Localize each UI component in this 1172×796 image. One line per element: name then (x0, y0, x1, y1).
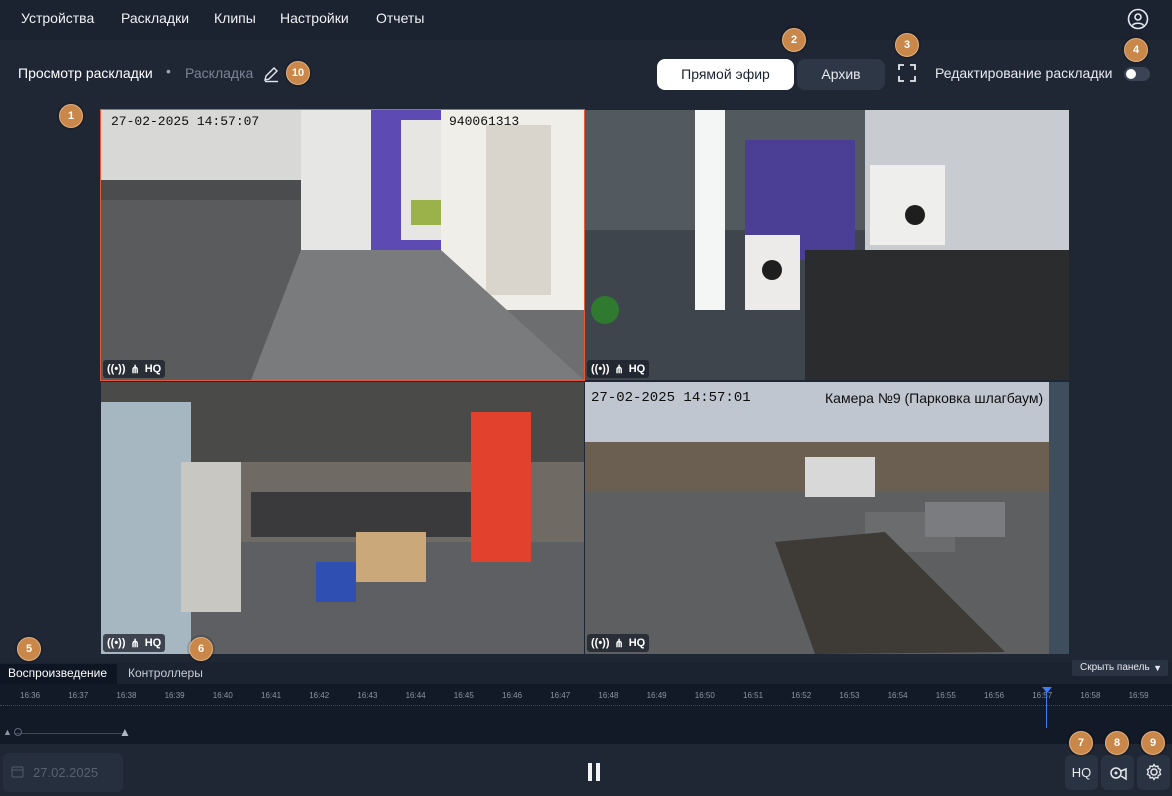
zoom-min-icon[interactable]: ▲ (3, 727, 12, 737)
camera-timestamp: 27-02-2025 14:57:07 (111, 114, 260, 129)
camera-status-badges: ((•)) ⋔ HQ (587, 360, 650, 378)
breadcrumb-separator: • (166, 63, 171, 79)
timeline-tick-label: 16:45 (453, 691, 474, 700)
nav-item-devices[interactable]: Устройства (21, 10, 94, 26)
camera-status-badges: ((•)) ⋔ HQ (587, 634, 650, 652)
page-title: Просмотр раскладки (18, 65, 153, 81)
network-icon: ⋔ (130, 637, 140, 650)
zoom-slider-track[interactable] (14, 733, 124, 734)
snapshot-button[interactable] (1101, 755, 1134, 790)
camera-feed-ceiling-cameras (585, 110, 1069, 380)
archive-mode-button[interactable]: Архив (797, 59, 885, 90)
pause-button[interactable] (584, 760, 604, 784)
quality-badge: HQ (628, 363, 646, 375)
network-icon: ⋔ (130, 363, 140, 376)
timeline-tick-label: 16:51 (743, 691, 764, 700)
camera-tile-2[interactable]: ((•)) ⋔ HQ (585, 110, 1069, 380)
quality-badge: HQ (144, 363, 162, 375)
nav-item-reports[interactable]: Отчеты (376, 10, 424, 26)
timeline-tick-label: 16:38 (116, 691, 137, 700)
timeline-tick-label: 16:48 (598, 691, 619, 700)
toggle-knob (1126, 69, 1136, 79)
edit-layout-label: Редактирование раскладки (935, 65, 1113, 81)
user-profile-icon[interactable] (1127, 8, 1149, 30)
timeline-tick-label: 16:52 (791, 691, 812, 700)
settings-button[interactable] (1137, 755, 1170, 790)
edit-layout-toggle[interactable] (1124, 67, 1150, 81)
timeline-tick-label: 16:43 (357, 691, 378, 700)
broadcast-icon: ((•)) (591, 363, 610, 375)
nav-item-clips[interactable]: Клипы (214, 10, 256, 26)
zoom-max-icon[interactable]: ▲ (119, 725, 131, 739)
timeline-tick-label: 16:46 (502, 691, 523, 700)
layout-name: Раскладка (185, 65, 254, 81)
broadcast-icon: ((•)) (591, 637, 610, 649)
gear-icon (1146, 763, 1161, 781)
annotation-badge-2: 2 (782, 28, 806, 52)
caret-down-icon: ▼ (1153, 663, 1162, 673)
camera-snapshot-icon (1109, 767, 1127, 781)
camera-tile-1[interactable]: 27-02-2025 14:57:07 940061313 ((•)) ⋔ HQ (100, 109, 585, 381)
zoom-slider-handle[interactable] (14, 728, 22, 736)
camera-status-badges: ((•)) ⋔ HQ (103, 360, 166, 378)
annotation-badge-1: 1 (59, 104, 83, 128)
quality-badge: HQ (628, 637, 646, 649)
timeline-tick-label: 16:47 (550, 691, 571, 700)
network-icon: ⋔ (614, 363, 624, 376)
camera-tile-3[interactable]: ((•)) ⋔ HQ (101, 382, 584, 654)
pencil-edit-icon[interactable] (262, 65, 280, 83)
camera-id-label: Камера №9 (Парковка шлагбаум) (825, 390, 1044, 406)
tab-controllers[interactable]: Контроллеры (128, 666, 203, 680)
network-icon: ⋔ (614, 637, 624, 650)
annotation-badge-10: 10 (286, 61, 310, 85)
annotation-badge-5: 5 (17, 637, 41, 661)
fullscreen-icon[interactable] (897, 63, 917, 83)
timeline-tick-label: 16:50 (694, 691, 715, 700)
broadcast-icon: ((•)) (107, 637, 126, 649)
timeline-tick-label: 16:44 (405, 691, 426, 700)
playhead-marker-icon[interactable] (1042, 687, 1052, 693)
timeline-tick-label: 16:55 (935, 691, 956, 700)
live-mode-button[interactable]: Прямой эфир (657, 59, 794, 90)
camera-status-badges: ((•)) ⋔ HQ (103, 634, 166, 652)
timeline-tick-label: 16:36 (20, 691, 41, 700)
broadcast-icon: ((•)) (107, 363, 126, 375)
timeline-tick-label: 16:56 (984, 691, 1005, 700)
annotation-badge-8: 8 (1105, 731, 1129, 755)
timeline-tick-label: 16:39 (164, 691, 185, 700)
timeline-tick-label: 16:41 (261, 691, 282, 700)
timeline-tick-label: 16:37 (68, 691, 89, 700)
quality-badge: HQ (144, 637, 162, 649)
timeline-tick-label: 16:58 (1080, 691, 1101, 700)
camera-feed-office-corridor (101, 110, 584, 380)
annotation-badge-9: 9 (1141, 731, 1165, 755)
timeline-tick-label: 16:59 (1128, 691, 1149, 700)
hide-panel-button[interactable]: Скрыть панель ▼ (1072, 660, 1168, 676)
annotation-badge-4: 4 (1124, 38, 1148, 62)
annotation-badge-7: 7 (1069, 731, 1093, 755)
camera-feed-parking-barrier (585, 382, 1069, 654)
calendar-icon (11, 766, 24, 778)
nav-item-settings[interactable]: Настройки (280, 10, 349, 26)
timeline-tick-label: 16:42 (309, 691, 330, 700)
camera-timestamp: 27-02-2025 14:57:01 (591, 390, 751, 406)
camera-tile-4[interactable]: 27-02-2025 14:57:01 Камера №9 (Парковка … (585, 382, 1069, 654)
timeline-tick-label: 16:54 (887, 691, 908, 700)
quality-hq-button[interactable]: HQ (1065, 755, 1098, 790)
tab-playback[interactable]: Воспроизведение (8, 666, 107, 680)
timeline-tick-label: 16:49 (646, 691, 667, 700)
hide-panel-label: Скрыть панель (1080, 662, 1150, 673)
camera-feed-office-desk (101, 382, 584, 654)
playhead-line[interactable] (1046, 690, 1047, 728)
annotation-badge-6: 6 (189, 637, 213, 661)
annotation-badge-3: 3 (895, 33, 919, 57)
timeline-tick-label: 16:53 (839, 691, 860, 700)
nav-item-layouts[interactable]: Раскладки (121, 10, 189, 26)
timeline-track (0, 705, 1172, 706)
camera-id-label: 940061313 (449, 114, 520, 129)
timeline-tick-label: 16:40 (212, 691, 233, 700)
